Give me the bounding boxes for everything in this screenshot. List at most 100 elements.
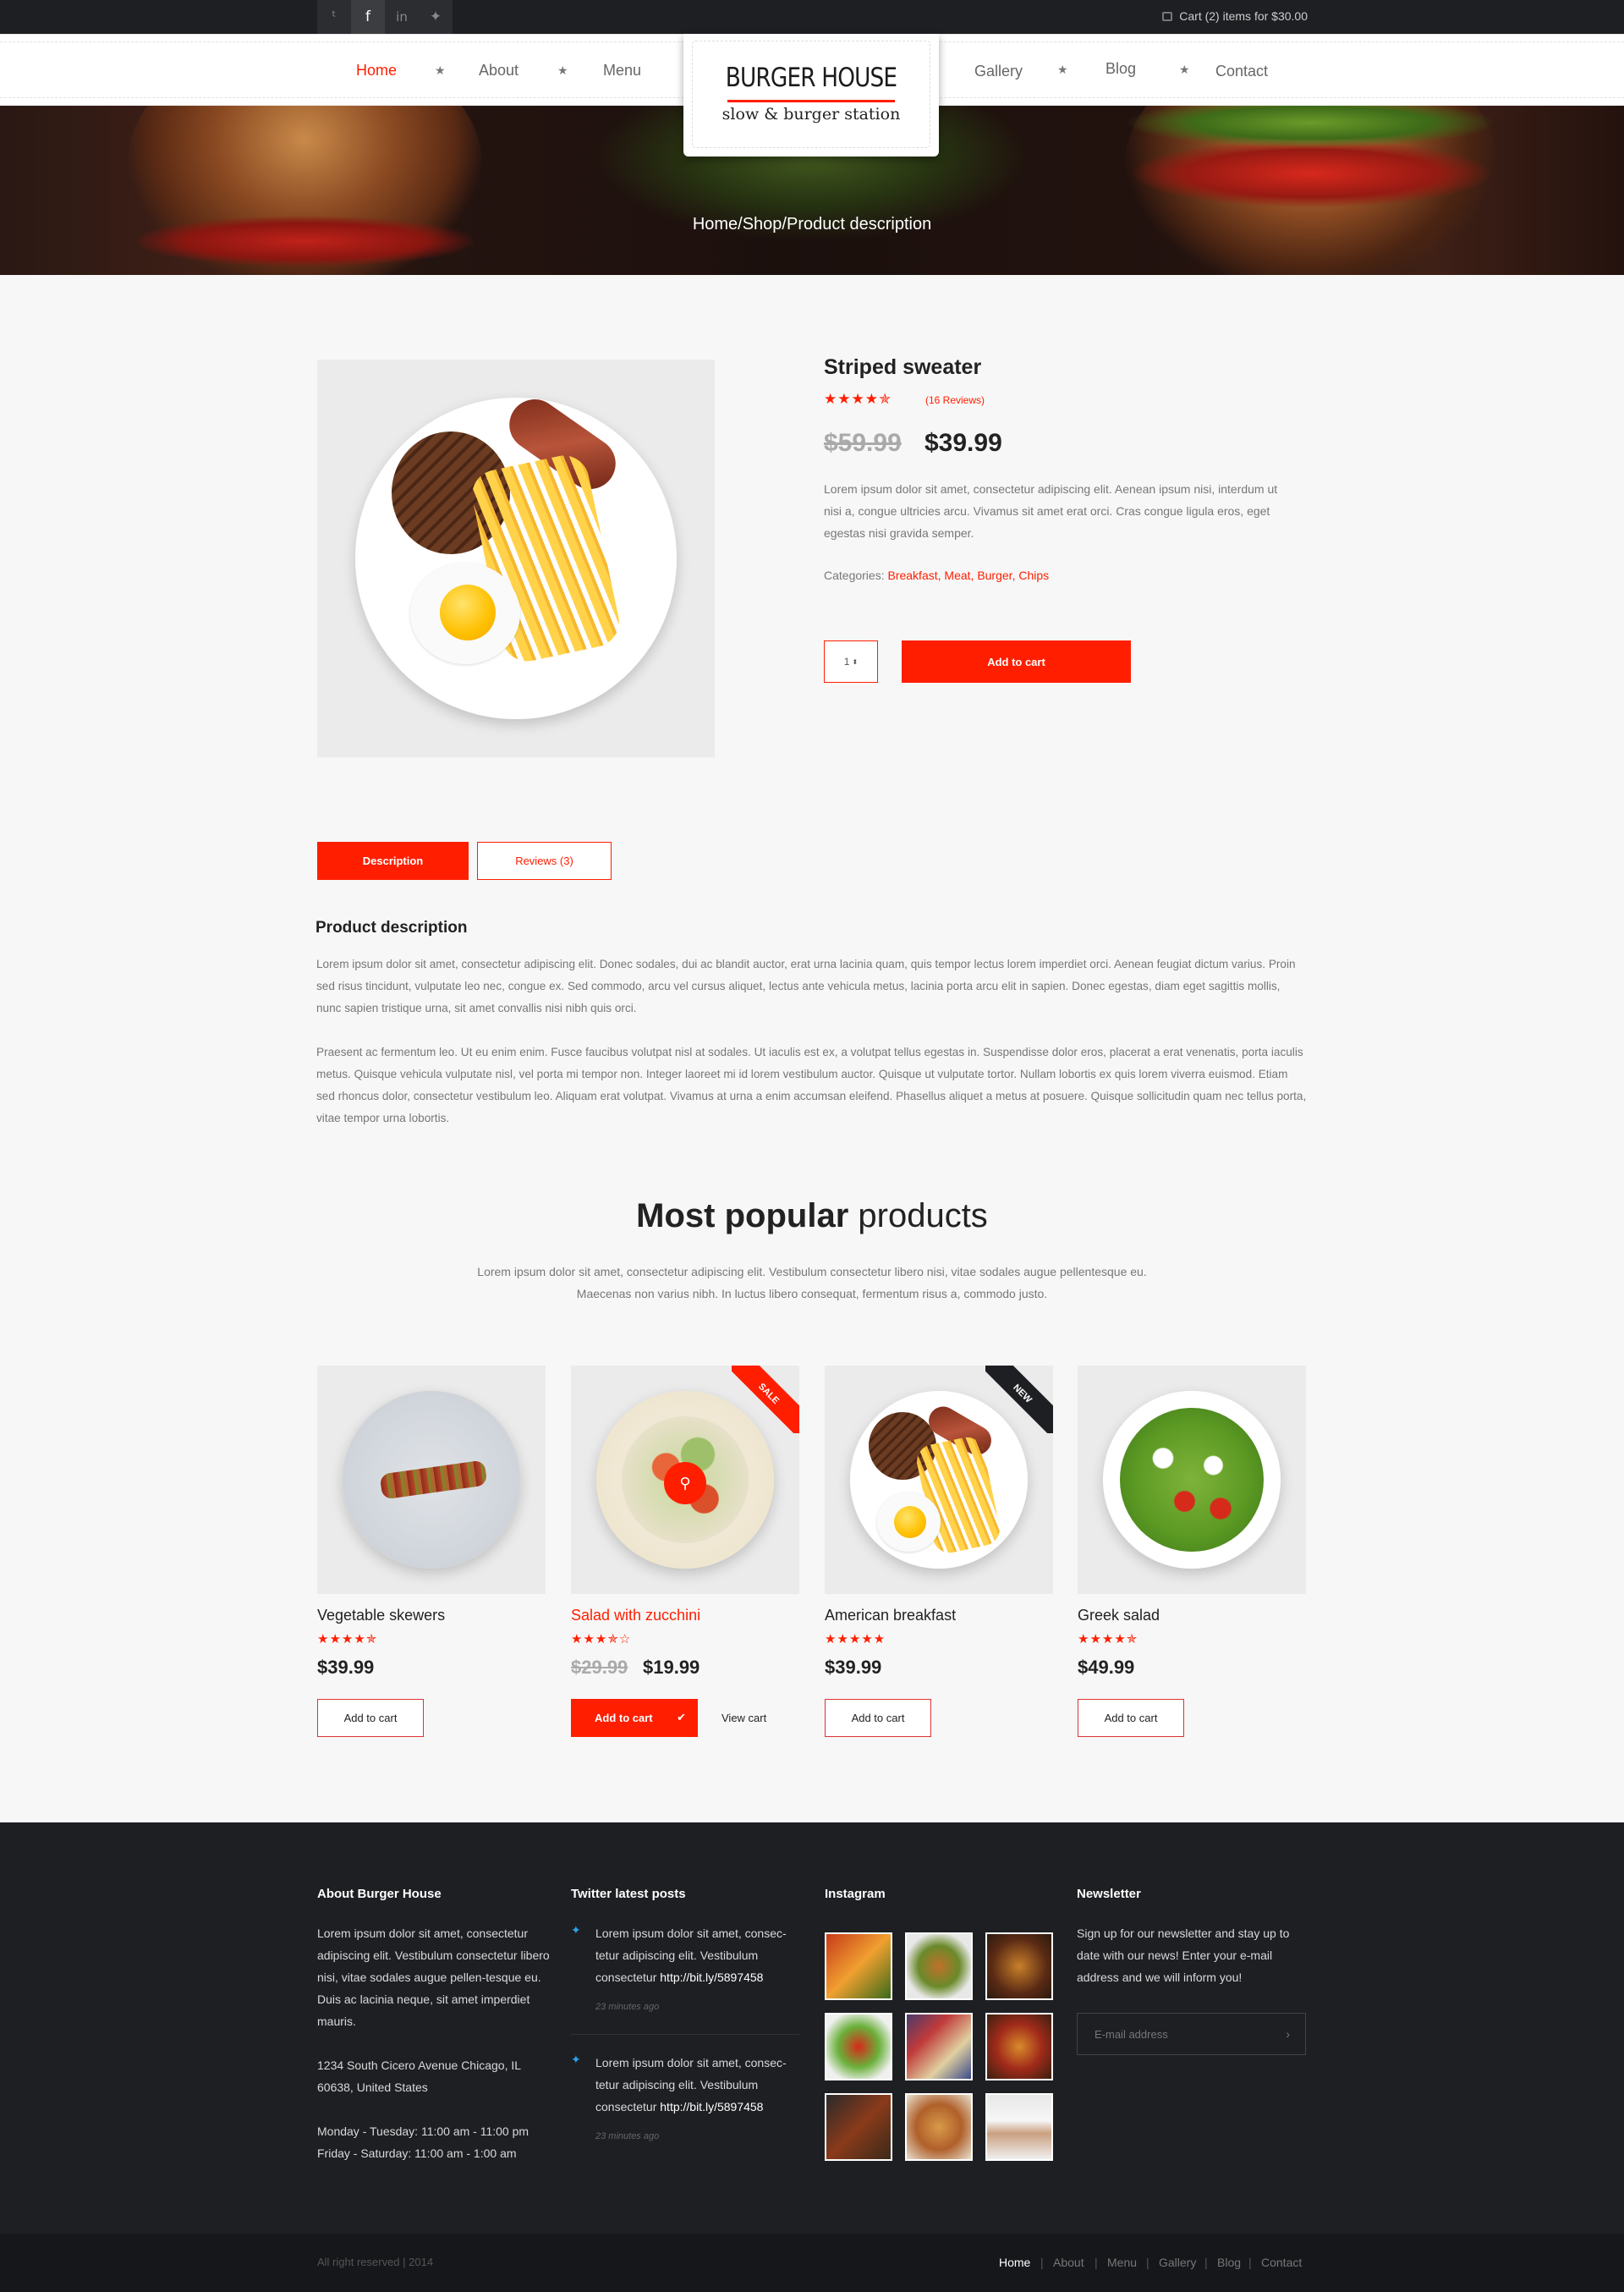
logo[interactable]: BURGER HOUSE slow & burger station <box>683 34 939 157</box>
tweet-divider <box>571 2034 799 2035</box>
popular-title-light: products <box>858 1197 988 1234</box>
page: ᵗ f in ✦ Cart (2) items for $30.00 Home … <box>0 0 1624 2292</box>
tweet-link[interactable]: http://bit.ly/5897458 <box>660 1970 763 1984</box>
product-card-image[interactable]: ⚲ SALE <box>571 1366 799 1594</box>
category-burger[interactable]: Burger <box>977 569 1012 582</box>
twitter-icon[interactable]: ᵗ <box>317 0 351 34</box>
nav-home[interactable]: Home <box>356 62 397 80</box>
cart-text: Cart (2) items for $30.00 <box>1179 9 1308 23</box>
egg-yolk <box>894 1506 926 1538</box>
logo-underline <box>727 100 895 102</box>
category-meat[interactable]: Meat <box>944 569 970 582</box>
instagram-photo[interactable] <box>985 2093 1053 2161</box>
footer-link-contact[interactable]: Contact <box>1261 2256 1302 2269</box>
twitter-icon: ✦ <box>571 2053 581 2067</box>
sale-ribbon: SALE <box>732 1366 799 1433</box>
product-card-name[interactable]: Greek salad <box>1078 1607 1160 1624</box>
footer-link-menu[interactable]: Menu <box>1107 2256 1137 2269</box>
link-separator: | <box>1204 2256 1208 2269</box>
description-title: Product description <box>315 919 468 937</box>
footer-link-gallery[interactable]: Gallery <box>1159 2256 1196 2269</box>
link-separator: | <box>1248 2256 1252 2269</box>
address-line-2: 60638, United States <box>317 2080 428 2094</box>
product-card-name[interactable]: American breakfast <box>825 1607 956 1624</box>
instagram-photo[interactable] <box>825 1932 892 2000</box>
email-field[interactable]: E-mail address › <box>1077 2013 1306 2055</box>
evernote-icon[interactable]: ✦ <box>419 0 453 34</box>
reviews-link[interactable]: (16 Reviews) <box>925 394 985 406</box>
zoom-search-icon[interactable]: ⚲ <box>664 1462 706 1504</box>
instagram-photo[interactable] <box>985 2013 1053 2080</box>
tweet-line: Lorem ipsum dolor sit amet, consec- <box>595 2056 787 2069</box>
product-title: Striped sweater <box>824 355 982 379</box>
popular-title: Most popular products <box>0 1197 1624 1235</box>
new-ribbon: NEW <box>985 1366 1053 1433</box>
instagram-photo[interactable] <box>905 2093 973 2161</box>
rating-stars: ★★★★✯ <box>824 391 892 408</box>
category-breakfast[interactable]: Breakfast <box>887 569 937 582</box>
add-to-cart-button[interactable]: Add to cart ✔ <box>571 1699 698 1737</box>
price: $39.99 <box>924 429 1002 457</box>
instagram-photo[interactable] <box>905 1932 973 2000</box>
add-to-cart-button[interactable]: Add to cart <box>902 640 1131 683</box>
footer-link-home[interactable]: Home <box>999 2256 1030 2269</box>
popular-title-bold: Most popular <box>636 1197 849 1234</box>
linkedin-icon[interactable]: in <box>385 0 419 34</box>
quantity-stepper[interactable]: 1 ⬍ <box>824 640 878 683</box>
product-card-image[interactable] <box>317 1366 546 1594</box>
cart-summary[interactable]: Cart (2) items for $30.00 <box>1162 9 1308 23</box>
nav-blog[interactable]: Blog <box>1106 60 1136 78</box>
nav-gallery[interactable]: Gallery <box>974 63 1023 80</box>
footer-link-about[interactable]: About <box>1053 2256 1084 2269</box>
tab-description[interactable]: Description <box>317 842 469 880</box>
tweet-link[interactable]: http://bit.ly/5897458 <box>660 2100 763 2113</box>
about-title: About Burger House <box>317 1887 442 1901</box>
separator-star-icon: ★ <box>557 63 568 77</box>
nav-contact[interactable]: Contact <box>1215 63 1268 80</box>
tab-reviews[interactable]: Reviews (3) <box>477 842 612 880</box>
tweet-line: tetur adipiscing elit. Vestibulum <box>595 1948 759 1962</box>
instagram-photo[interactable] <box>825 2093 892 2161</box>
separator-star-icon: ★ <box>435 63 446 77</box>
popular-subtitle-1: Lorem ipsum dolor sit amet, consectetur … <box>477 1265 1147 1278</box>
product-short-description: Lorem ipsum dolor sit amet, consectetur … <box>824 482 1278 540</box>
separator-star-icon: ★ <box>1179 63 1190 76</box>
tweet-line: Lorem ipsum dolor sit amet, consec- <box>595 1926 787 1940</box>
tweet: Lorem ipsum dolor sit amet, consec- tetu… <box>595 2052 807 2118</box>
product-card-stars: ★★★★✯ <box>1078 1631 1138 1646</box>
popular-subtitle-2: Maecenas non varius nibh. In luctus libe… <box>576 1287 1048 1300</box>
product-card-image[interactable] <box>1078 1366 1306 1594</box>
product-card-stars: ★★★★★ <box>825 1631 886 1646</box>
add-to-cart-button[interactable]: Add to cart <box>1078 1699 1184 1737</box>
nav-about[interactable]: About <box>479 62 518 80</box>
hours-line-2: Friday - Saturday: 11:00 am - 1:00 am <box>317 2146 517 2160</box>
quantity-value: 1 <box>843 656 850 668</box>
tomato-layer <box>1133 140 1489 207</box>
check-icon: ✔ <box>677 1712 686 1724</box>
link-separator: | <box>1146 2256 1149 2269</box>
instagram-photo[interactable] <box>825 2013 892 2080</box>
tweet-time: 23 minutes ago <box>595 2002 660 2012</box>
facebook-icon[interactable]: f <box>351 0 385 34</box>
add-to-cart-button[interactable]: Add to cart <box>317 1699 424 1737</box>
twitter-icon: ✦ <box>571 1924 581 1937</box>
add-to-cart-button[interactable]: Add to cart <box>825 1699 931 1737</box>
product-card-price: $19.99 <box>643 1657 700 1678</box>
category-chips[interactable]: Chips <box>1018 569 1049 582</box>
product-image[interactable] <box>317 360 715 757</box>
view-cart-link[interactable]: View cart <box>721 1712 766 1724</box>
product-card-name[interactable]: Salad with zucchini <box>571 1607 700 1624</box>
link-separator: | <box>1040 2256 1044 2269</box>
bottom-bar <box>0 2234 1624 2292</box>
product-card-name[interactable]: Vegetable skewers <box>317 1607 445 1624</box>
greek-salad <box>1120 1408 1264 1552</box>
product-card-stars: ★★★★✯ <box>317 1631 378 1646</box>
footer-link-blog[interactable]: Blog <box>1217 2256 1241 2269</box>
instagram-photo[interactable] <box>985 1932 1053 2000</box>
nav-menu[interactable]: Menu <box>603 62 641 80</box>
arrow-right-icon[interactable]: › <box>1286 2027 1290 2041</box>
logo-subtitle: slow & burger station <box>721 105 901 124</box>
product-card-image[interactable]: NEW <box>825 1366 1053 1594</box>
instagram-photo[interactable] <box>905 2013 973 2080</box>
product-card-stars: ★★★✯☆ <box>571 1631 632 1646</box>
